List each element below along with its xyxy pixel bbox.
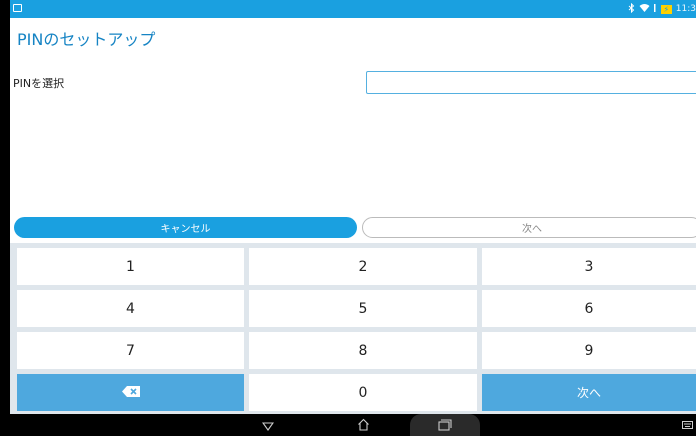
status-bar: ⚡ 11:3 xyxy=(10,0,696,18)
key-0[interactable]: 0 xyxy=(249,374,477,411)
back-triangle-icon xyxy=(261,416,275,435)
signal-icon xyxy=(653,3,657,15)
cancel-button[interactable]: キャンセル xyxy=(14,217,357,238)
key-4[interactable]: 4 xyxy=(17,290,244,327)
pin-input[interactable] xyxy=(366,71,696,94)
navigation-bar xyxy=(10,414,696,436)
screen: ⚡ 11:3 PINのセットアップ PINを選択 キャンセル 次へ 1 2 3 … xyxy=(10,0,696,436)
notification-icon xyxy=(13,4,22,12)
backspace-key[interactable] xyxy=(17,374,244,411)
recent-apps-icon xyxy=(438,416,452,435)
keypad-next-key[interactable]: 次へ xyxy=(482,374,696,411)
status-time: 11:3 xyxy=(675,4,696,14)
wifi-icon xyxy=(639,3,650,15)
battery-charging-icon: ⚡ xyxy=(660,4,672,14)
bluetooth-icon xyxy=(628,2,635,16)
next-button[interactable]: 次へ xyxy=(362,217,696,238)
status-icons: ⚡ 11:3 xyxy=(628,0,696,18)
key-3[interactable]: 3 xyxy=(482,248,696,285)
page-title: PINのセットアップ xyxy=(17,30,156,49)
pin-label: PINを選択 xyxy=(13,77,65,90)
back-button[interactable] xyxy=(255,414,281,436)
key-9[interactable]: 9 xyxy=(482,332,696,369)
home-icon xyxy=(357,416,370,435)
backspace-icon xyxy=(121,385,140,401)
key-5[interactable]: 5 xyxy=(249,290,477,327)
key-2[interactable]: 2 xyxy=(249,248,477,285)
numeric-keypad: 1 2 3 4 5 6 7 8 9 0 次へ xyxy=(10,243,696,414)
home-button[interactable] xyxy=(350,414,376,436)
key-6[interactable]: 6 xyxy=(482,290,696,327)
recent-apps-button[interactable] xyxy=(410,414,480,436)
key-8[interactable]: 8 xyxy=(249,332,477,369)
key-1[interactable]: 1 xyxy=(17,248,244,285)
keyboard-icon[interactable] xyxy=(678,414,696,436)
key-7[interactable]: 7 xyxy=(17,332,244,369)
